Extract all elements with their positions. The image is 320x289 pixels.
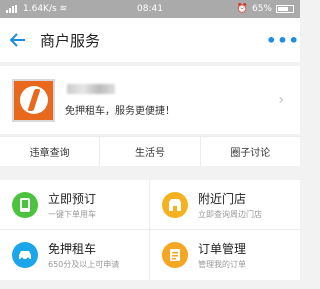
link-row: 违章查询 生活号 圈子讨论: [0, 136, 300, 166]
merchant-slogan: 免押租车，服务更便捷！: [65, 105, 175, 117]
service-book-now[interactable]: 立即预订 一键下单用车: [0, 180, 150, 230]
service-title: 立即预订: [48, 191, 97, 206]
status-right: ⏰ 65%: [237, 4, 294, 14]
phone-icon: [12, 191, 38, 218]
order-icon: [162, 242, 188, 268]
battery-percent: 65%: [251, 4, 272, 14]
merchant-info: 免押租车，服务更便捷！: [65, 83, 175, 117]
service-order-management[interactable]: 订单管理 管理我的订单: [150, 230, 300, 280]
battery-icon: [276, 5, 294, 13]
link-violation-query[interactable]: 违章查询: [0, 137, 101, 166]
service-subtitle: 一键下单用车: [48, 209, 96, 219]
service-deposit-free-rental[interactable]: 免押租车 650分及以上可申请: [0, 230, 150, 280]
service-subtitle: 650分及以上可申请: [48, 260, 120, 269]
signal-icon: [6, 5, 17, 13]
page-title: 商户服务: [40, 31, 101, 50]
chevron-right-icon: ›: [278, 92, 284, 108]
wifi-icon: ≋: [59, 4, 68, 14]
merchant-card[interactable]: 免押租车，服务更便捷！ ›: [0, 66, 300, 134]
service-title: 附近门店: [198, 191, 247, 206]
service-subtitle: 立即查询周边门店: [198, 209, 262, 219]
network-speed: 1.64K/s: [23, 4, 57, 14]
status-bar: 1.64K/s ≋ 08:41 ⏰ 65%: [0, 0, 300, 18]
service-title: 订单管理: [198, 242, 247, 256]
merchant-logo: [12, 78, 55, 122]
service-nearby-stores[interactable]: 附近门店 立即查询周边门店: [150, 180, 300, 230]
arrow-left-icon: [10, 33, 25, 47]
alarm-icon: ⏰: [236, 4, 248, 14]
header: 商户服务 •••: [0, 18, 300, 62]
merchant-name-redacted: [67, 83, 115, 94]
more-button[interactable]: •••: [266, 18, 300, 62]
service-title: 免押租车: [48, 242, 97, 256]
store-icon: [162, 191, 188, 218]
status-left: 1.64K/s ≋: [6, 4, 67, 14]
service-subtitle: 管理我的订单: [198, 260, 246, 269]
service-grid: 立即预订 一键下单用车 附近门店 立即查询周边门店 免押租车 650分及以上可申…: [0, 180, 300, 280]
back-button[interactable]: [0, 18, 36, 62]
link-life-account[interactable]: 生活号: [100, 137, 201, 166]
more-dots-icon: •••: [266, 30, 300, 50]
car-icon: [12, 242, 38, 268]
link-circle-discussion[interactable]: 圈子讨论: [201, 137, 300, 166]
